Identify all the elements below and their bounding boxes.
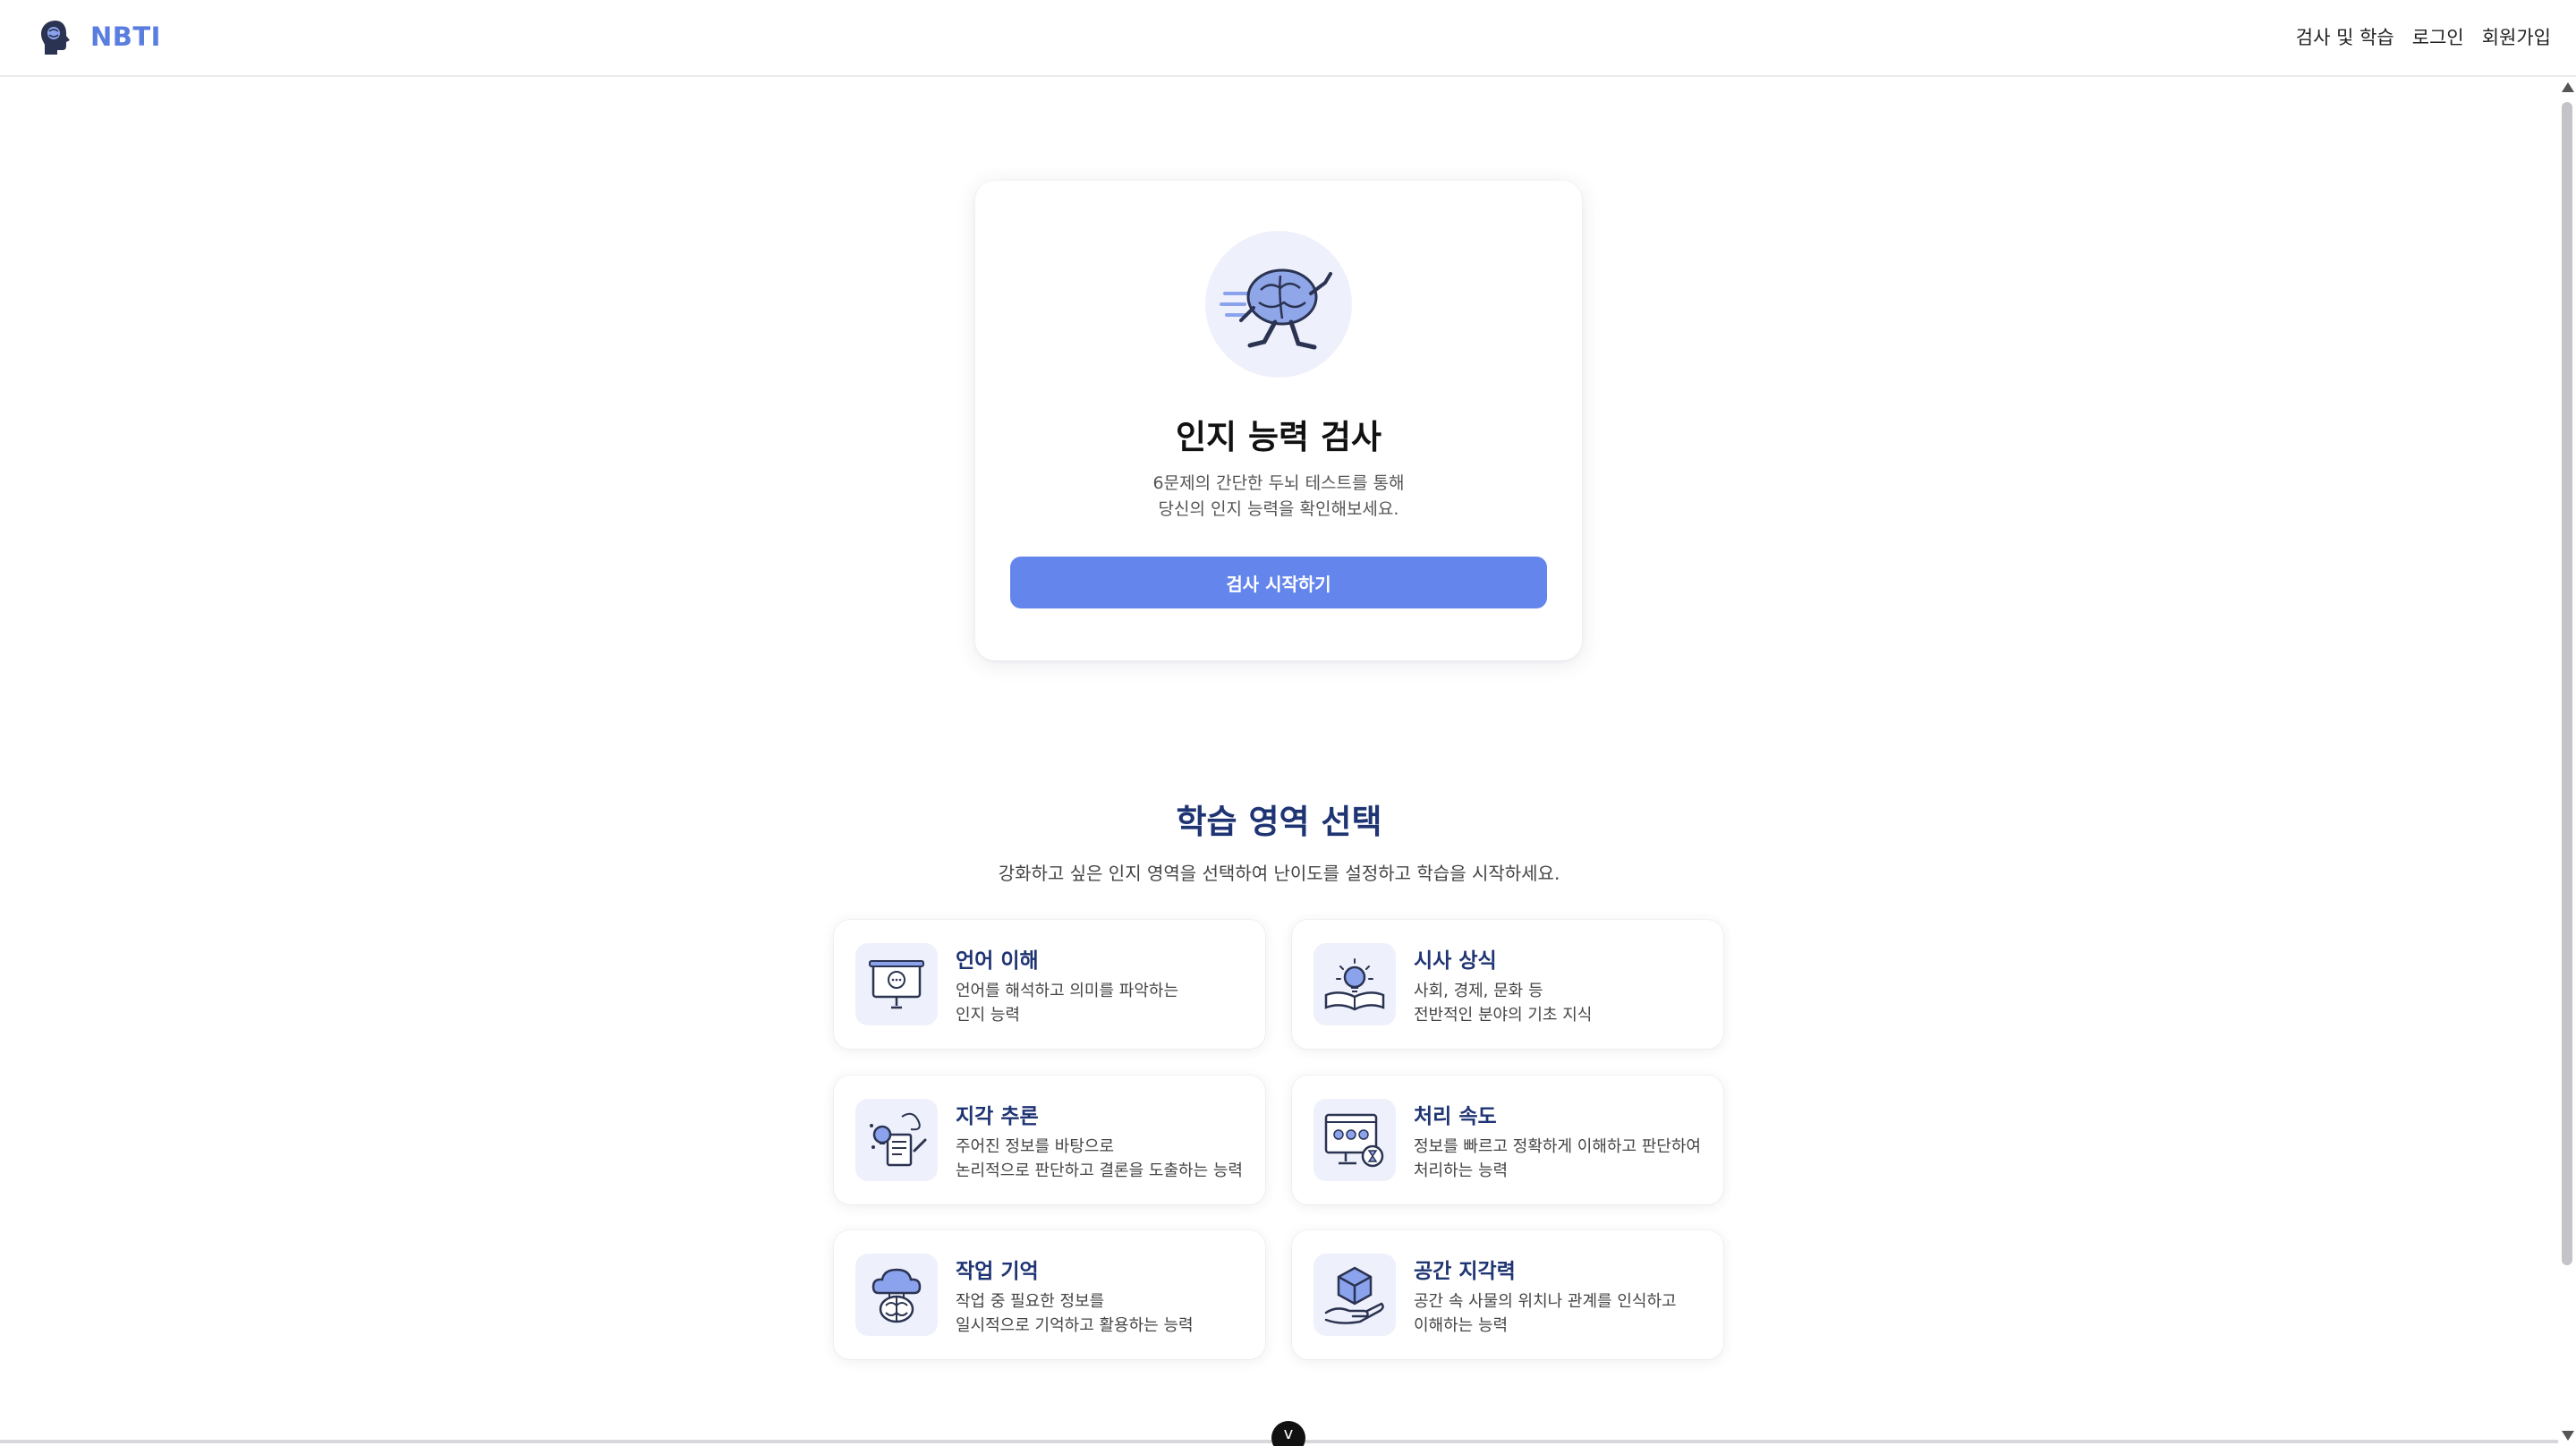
test-title: 인지 능력 검사 <box>1175 418 1382 456</box>
area-title: 처리 속도 <box>1414 1105 1497 1128</box>
nav-signup[interactable]: 회원가입 <box>2482 23 2551 50</box>
nav-test-learn[interactable]: 검사 및 학습 <box>2296 23 2394 50</box>
area-description: 언어를 해석하고 의미를 파악하는 인지 능력 <box>956 979 1260 1027</box>
area-desc-line1: 작업 중 필요한 정보를 <box>956 1292 1105 1311</box>
area-desc-line2: 일시적으로 기억하고 활용하는 능력 <box>956 1316 1194 1335</box>
monitor-timer-icon <box>1314 1099 1396 1181</box>
area-title: 공간 지각력 <box>1414 1260 1516 1283</box>
area-description: 주어진 정보를 바탕으로 논리적으로 판단하고 결론을 도출하는 능력 <box>956 1135 1260 1183</box>
area-description: 정보를 빠르고 정확하게 이해하고 판단하여 처리하는 능력 <box>1414 1135 1718 1183</box>
scroll-thumb[interactable] <box>2562 102 2572 1265</box>
area-desc-line2: 처리하는 능력 <box>1414 1161 1509 1180</box>
scroll-up-arrow-icon[interactable] <box>2562 82 2574 92</box>
test-desc-line1: 6문제의 간단한 두뇌 테스트를 통해 <box>1152 473 1405 493</box>
area-card-language[interactable]: 언어 이해 언어를 해석하고 의미를 파악하는 인지 능력 <box>834 920 1265 1049</box>
scroll-down-chevron-icon[interactable]: v <box>1271 1421 1305 1446</box>
area-desc-line1: 언어를 해석하고 의미를 파악하는 <box>956 982 1179 1000</box>
area-description: 사회, 경제, 문화 등 전반적인 분야의 기초 지식 <box>1414 979 1718 1027</box>
logo-text[interactable]: NBTI <box>90 21 161 52</box>
area-card-processing-speed[interactable]: 처리 속도 정보를 빠르고 정확하게 이해하고 판단하여 처리하는 능력 <box>1292 1076 1723 1204</box>
area-card-working-memory[interactable]: 작업 기억 작업 중 필요한 정보를 일시적으로 기억하고 활용하는 능력 <box>834 1230 1265 1359</box>
vertical-scrollbar[interactable] <box>2558 77 2576 1446</box>
learning-section-title: 학습 영역 선택 <box>1176 803 1382 841</box>
test-description: 6문제의 간단한 두뇌 테스트를 통해 당신의 인지 능력을 확인해보세요. <box>975 471 1582 523</box>
start-test-button[interactable]: 검사 시작하기 <box>1010 557 1547 608</box>
running-brain-icon <box>1220 268 1332 350</box>
top-nav: 검사 및 학습 로그인 회원가입 <box>2296 23 2551 50</box>
scroll-down-arrow-icon[interactable] <box>2562 1431 2574 1441</box>
area-title: 작업 기억 <box>956 1260 1039 1283</box>
area-card-perceptual-reasoning[interactable]: 지각 추론 주어진 정보를 바탕으로 논리적으로 판단하고 결론을 도출하는 능… <box>834 1076 1265 1204</box>
area-title: 시사 상식 <box>1414 949 1497 973</box>
test-desc-line2: 당신의 인지 능력을 확인해보세요. <box>1158 499 1399 519</box>
area-title: 지각 추론 <box>956 1105 1039 1128</box>
area-desc-line1: 정보를 빠르고 정확하게 이해하고 판단하여 <box>1414 1137 1701 1156</box>
cognitive-test-card: 인지 능력 검사 6문제의 간단한 두뇌 테스트를 통해 당신의 인지 능력을 … <box>975 181 1582 660</box>
area-card-spatial-perception[interactable]: 공간 지각력 공간 속 사물의 위치나 관계를 인식하고 이해하는 능력 <box>1292 1230 1723 1359</box>
presentation-icon <box>855 943 938 1025</box>
cloud-brain-icon <box>855 1254 938 1336</box>
area-desc-line1: 공간 속 사물의 위치나 관계를 인식하고 <box>1414 1292 1677 1311</box>
cube-hand-icon <box>1314 1254 1396 1336</box>
area-desc-line2: 이해하는 능력 <box>1414 1316 1509 1335</box>
area-desc-line1: 주어진 정보를 바탕으로 <box>956 1137 1115 1156</box>
brain-head-logo-icon[interactable] <box>38 18 73 57</box>
area-desc-line2: 논리적으로 판단하고 결론을 도출하는 능력 <box>956 1161 1243 1180</box>
area-description: 공간 속 사물의 위치나 관계를 인식하고 이해하는 능력 <box>1414 1289 1718 1338</box>
area-desc-line1: 사회, 경제, 문화 등 <box>1414 982 1543 1000</box>
top-header: NBTI 검사 및 학습 로그인 회원가입 <box>0 0 2576 77</box>
page: NBTI 검사 및 학습 로그인 회원가입 인지 능력 검사 6문제의 간단한 … <box>0 0 2576 1446</box>
reasoning-icon <box>855 1099 938 1181</box>
area-desc-line2: 전반적인 분야의 기초 지식 <box>1414 1006 1593 1025</box>
learning-section-subtitle: 강화하고 싶은 인지 영역을 선택하여 난이도를 설정하고 학습을 시작하세요. <box>998 863 1560 884</box>
area-card-current-affairs[interactable]: 시사 상식 사회, 경제, 문화 등 전반적인 분야의 기초 지식 <box>1292 920 1723 1049</box>
nav-login[interactable]: 로그인 <box>2412 23 2464 50</box>
area-desc-line2: 인지 능력 <box>956 1006 1020 1025</box>
book-idea-icon <box>1314 943 1396 1025</box>
running-brain-illustration <box>1205 231 1352 378</box>
area-title: 언어 이해 <box>956 949 1039 973</box>
area-description: 작업 중 필요한 정보를 일시적으로 기억하고 활용하는 능력 <box>956 1289 1260 1338</box>
